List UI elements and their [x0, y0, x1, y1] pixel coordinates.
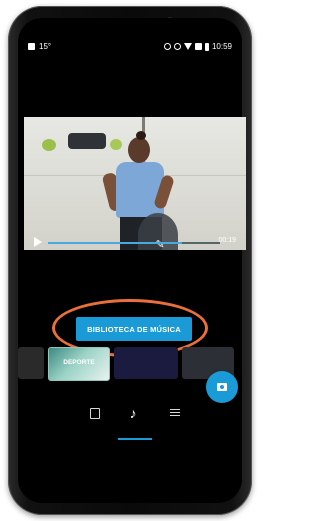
plant-left [42, 139, 56, 151]
status-bar: 15° 10:59 [18, 40, 242, 54]
tab-music[interactable]: ♪ [126, 406, 140, 420]
progress-fill [48, 242, 183, 244]
sliders-icon [170, 408, 180, 417]
person-body [116, 162, 164, 218]
battery-icon [204, 42, 209, 51]
signal-icon [194, 43, 202, 50]
status-time: 10:59 [211, 42, 232, 51]
video-preview[interactable]: ✎ 00:19 [24, 117, 246, 250]
pencil-edit-icon[interactable]: ✎ [154, 239, 166, 250]
wifi-icon [183, 43, 192, 50]
music-card-deporte[interactable]: DEPORTE [48, 347, 110, 381]
music-library-button[interactable]: BIBLIOTECA DE MÚSICA [76, 317, 192, 341]
vibrate-icon [163, 43, 171, 50]
music-card-label: DEPORTE [63, 359, 95, 366]
status-weather-text: 15° [39, 42, 52, 51]
person-head [128, 137, 150, 163]
music-note-icon: ♪ [129, 405, 137, 421]
music-card[interactable] [114, 347, 178, 379]
video-frame [24, 117, 246, 250]
camera-fab-button[interactable] [206, 371, 238, 403]
tab-adjust[interactable] [168, 406, 182, 420]
music-card[interactable] [18, 347, 44, 379]
edit-icon [90, 408, 100, 419]
camera-icon [217, 383, 227, 391]
timecode: 00:19 [218, 237, 236, 244]
play-icon[interactable] [34, 237, 42, 247]
gallery-notification-icon [28, 43, 35, 50]
active-tab-indicator [118, 438, 152, 440]
tab-edit[interactable] [88, 406, 102, 420]
plant-right [110, 139, 122, 150]
progress-bar[interactable] [48, 242, 220, 244]
phone-screen [18, 18, 242, 503]
alarm-icon [173, 43, 181, 50]
person-hair-bun [136, 131, 146, 140]
hanging-bag [68, 133, 106, 149]
